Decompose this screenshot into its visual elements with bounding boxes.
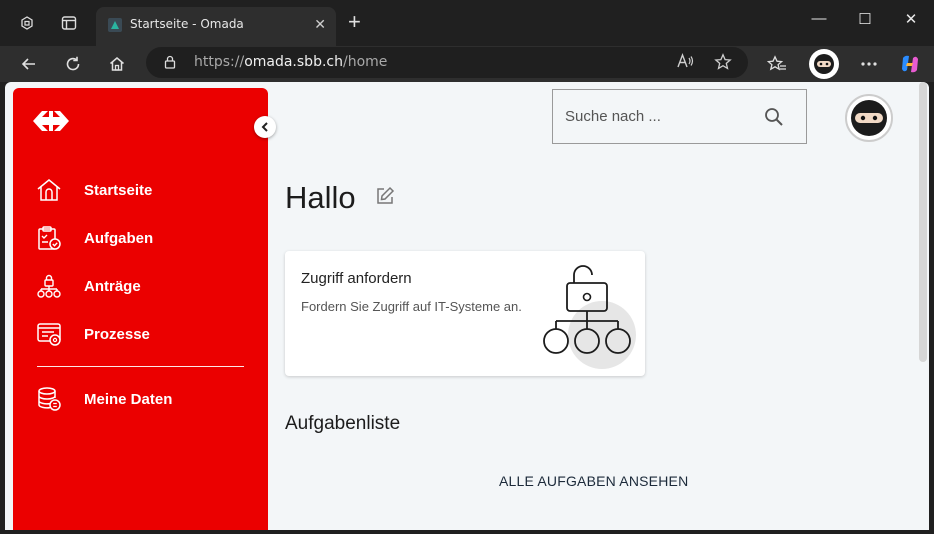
sidebar: Startseite Aufgaben Anträge Prozesse Mei…	[13, 88, 268, 530]
hierarchy-icon	[35, 272, 63, 300]
lock-icon[interactable]	[164, 55, 176, 74]
sidebar-item-antraege[interactable]: Anträge	[35, 270, 255, 302]
sidebar-item-label: Anträge	[84, 277, 141, 295]
url-host: omada.sbb.ch	[244, 54, 343, 70]
address-url: https://omada.sbb.ch/home	[194, 54, 387, 70]
workspaces-icon[interactable]	[16, 12, 38, 34]
card-description: Fordern Sie Zugriff auf IT-Systeme an.	[301, 299, 522, 314]
edit-pencil-icon[interactable]	[375, 186, 395, 211]
close-tab-icon[interactable]: ✕	[314, 16, 326, 33]
sidebar-collapse-button[interactable]	[254, 116, 276, 138]
reload-icon[interactable]	[60, 51, 86, 77]
database-icon	[35, 385, 63, 413]
read-aloud-icon[interactable]	[676, 53, 694, 73]
more-menu-icon[interactable]	[856, 51, 882, 77]
page-scrollbar[interactable]	[919, 82, 927, 362]
tasks-section-title: Aufgabenliste	[285, 413, 401, 434]
ninja-avatar-icon	[851, 100, 887, 136]
all-tasks-link[interactable]: ALLE AUFGABEN ANSEHEN	[499, 473, 688, 489]
access-hierarchy-icon	[540, 257, 640, 377]
sidebar-item-label: Prozesse	[84, 325, 150, 343]
search-icon[interactable]	[764, 107, 784, 132]
close-window-button[interactable]: ✕	[888, 10, 934, 28]
omada-favicon-icon	[108, 18, 122, 32]
page-title: Hallo	[285, 180, 356, 215]
tab-actions-icon[interactable]	[58, 12, 80, 34]
favorite-star-icon[interactable]	[714, 53, 732, 75]
sbb-logo-icon[interactable]	[31, 108, 71, 139]
process-icon	[35, 320, 63, 348]
search-input[interactable]	[565, 108, 745, 125]
sidebar-item-meine-daten[interactable]: Meine Daten	[35, 383, 255, 415]
request-access-card[interactable]: Zugriff anfordern Fordern Sie Zugriff au…	[285, 251, 645, 376]
url-scheme: https://	[194, 54, 245, 70]
browser-titlebar: Startseite - Omada ✕ + — ☐ ✕	[0, 0, 934, 46]
favorites-icon[interactable]	[764, 51, 790, 77]
browser-toolbar: https://omada.sbb.ch/home	[0, 46, 934, 82]
sidebar-divider	[37, 366, 244, 367]
browser-tab-active[interactable]: Startseite - Omada ✕	[96, 7, 336, 46]
maximize-button[interactable]: ☐	[842, 10, 888, 28]
card-title: Zugriff anfordern	[301, 270, 412, 287]
sidebar-item-aufgaben[interactable]: Aufgaben	[35, 222, 255, 254]
search-box[interactable]	[552, 89, 807, 144]
sidebar-item-label: Meine Daten	[84, 390, 173, 408]
sidebar-item-startseite[interactable]: Startseite	[35, 174, 255, 206]
user-avatar[interactable]	[845, 94, 893, 142]
sidebar-item-prozesse[interactable]: Prozesse	[35, 318, 255, 350]
minimize-button[interactable]: —	[796, 10, 842, 27]
back-arrow-icon[interactable]	[16, 51, 42, 77]
home-icon[interactable]	[104, 51, 130, 77]
sidebar-item-label: Aufgaben	[84, 229, 154, 247]
new-tab-button[interactable]: +	[348, 11, 361, 33]
chevron-left-icon	[261, 122, 268, 132]
copilot-icon[interactable]	[897, 51, 923, 77]
clipboard-check-icon	[35, 224, 63, 252]
tab-title: Startseite - Omada	[130, 17, 244, 31]
url-path: /home	[342, 54, 388, 70]
address-bar[interactable]: https://omada.sbb.ch/home	[146, 47, 748, 78]
profile-avatar-icon[interactable]	[809, 49, 839, 79]
home-icon	[35, 176, 63, 204]
sidebar-item-label: Startseite	[84, 181, 153, 199]
web-page: Startseite Aufgaben Anträge Prozesse Mei…	[5, 82, 929, 530]
